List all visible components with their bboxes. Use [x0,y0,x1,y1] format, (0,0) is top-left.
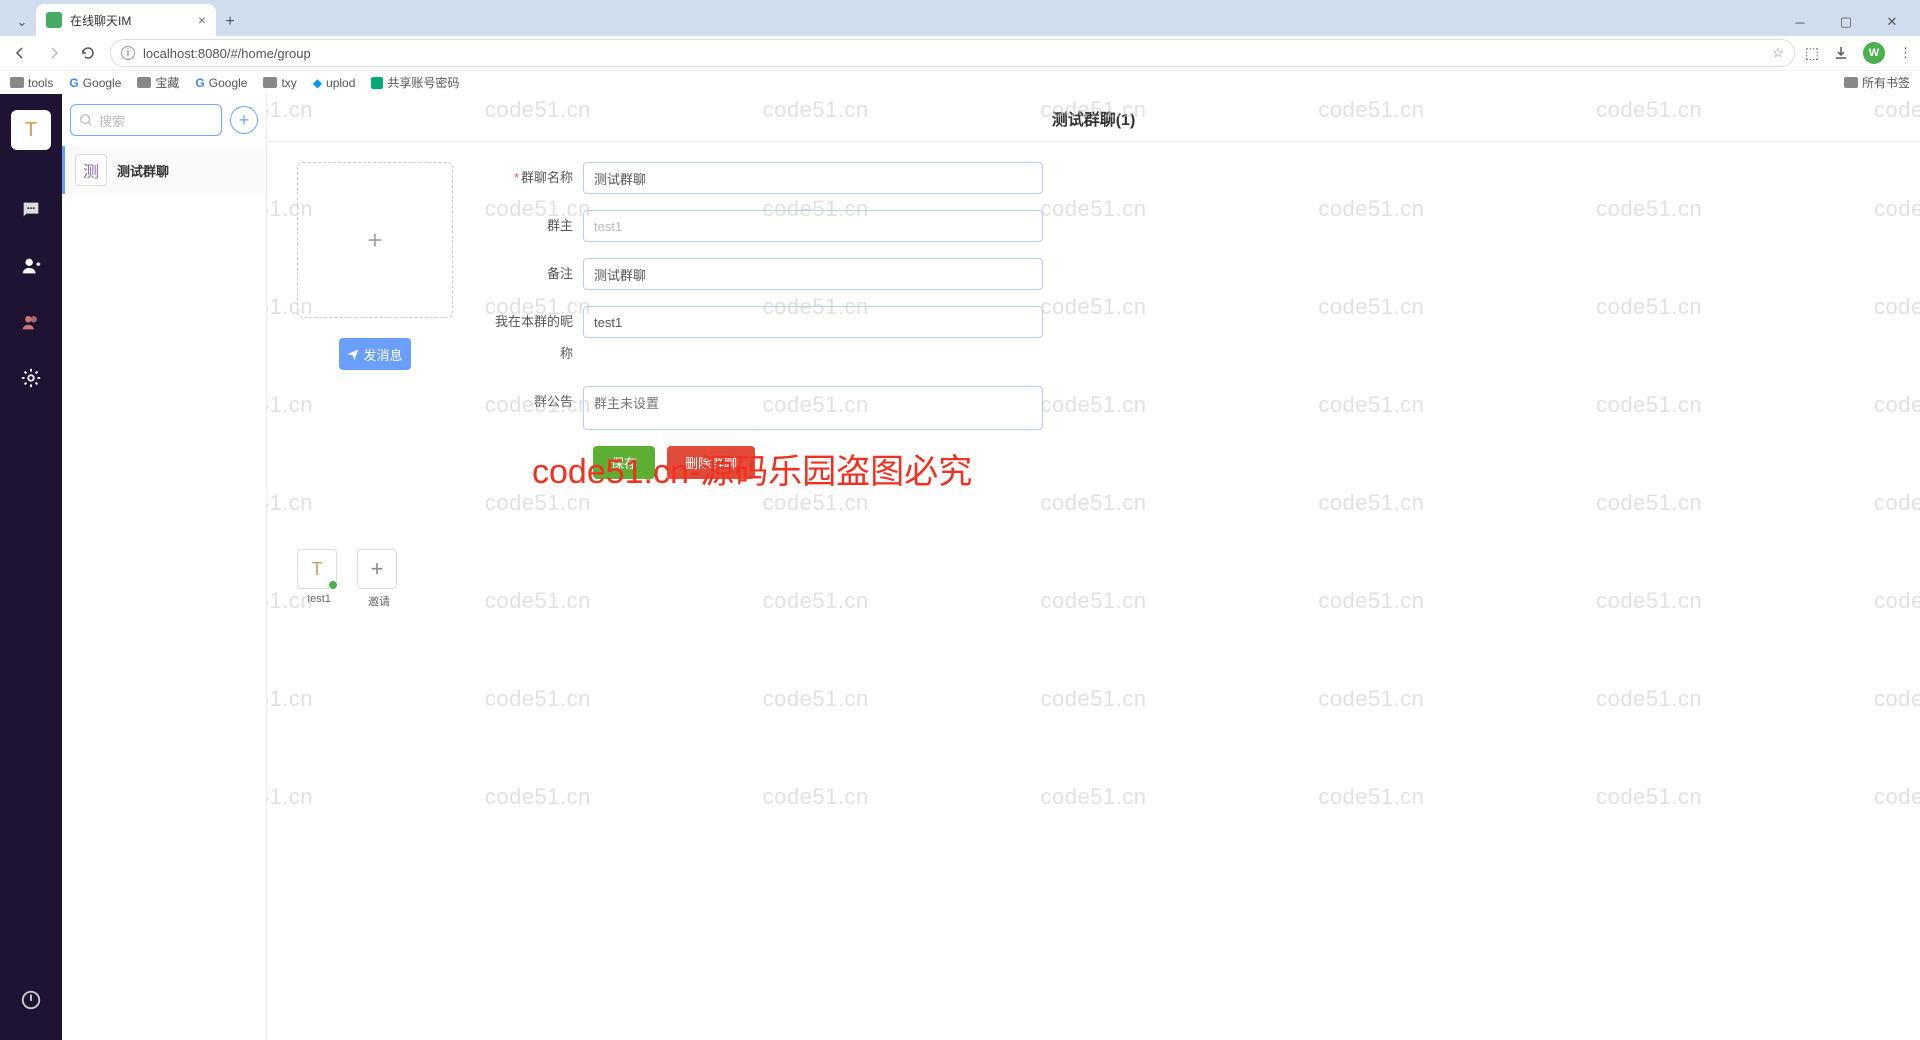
favicon [46,12,62,28]
browser-tab[interactable]: 在线聊天IM × [36,4,216,36]
download-icon[interactable] [1833,45,1849,61]
group-name-input[interactable] [583,162,1043,194]
member-item[interactable]: T test1 [297,549,341,609]
bookmark-tools[interactable]: tools [10,76,53,90]
bookmark-google-2[interactable]: GGoogle [195,76,247,90]
tab-title: 在线聊天IM [70,12,190,29]
search-icon [79,113,93,127]
close-icon[interactable]: × [198,12,206,28]
google-icon: G [195,76,204,90]
browser-chrome: ⌄ 在线聊天IM × + ─ ▢ ✕ i localhost:8080/#/ho… [0,0,1920,94]
folder-icon [10,77,24,88]
minimize-button[interactable]: ─ [1786,8,1814,36]
conversation-item[interactable]: 测 测试群聊 [62,146,266,194]
tab-list-caret[interactable]: ⌄ [8,8,36,36]
close-window-button[interactable]: ✕ [1878,8,1906,36]
conversation-name: 测试群聊 [117,161,169,180]
search-input[interactable]: 搜索 [70,104,222,136]
folder-icon [137,77,151,88]
upload-avatar-box[interactable]: + [297,162,453,318]
url-text: localhost:8080/#/home/group [143,46,1764,61]
tab-strip: ⌄ 在线聊天IM × + ─ ▢ ✕ [0,0,1920,36]
bookmark-bar: tools GGoogle 宝藏 GGoogle txy ◆uplod 共享账号… [0,70,1920,94]
contacts-icon[interactable] [11,246,51,286]
conversation-panel: 搜索 + 测 测试群聊 [62,94,267,1040]
google-icon: G [69,76,78,90]
bookmark-google-1[interactable]: GGoogle [69,76,121,90]
add-button[interactable]: + [230,106,258,134]
field-label-nickname: 我在本群的昵称 [483,306,583,370]
plus-icon: + [357,549,397,589]
online-dot [328,580,338,590]
member-avatar: T [297,549,337,589]
window-controls: ─ ▢ ✕ [1786,8,1920,36]
group-title: 测试群聊(1) [267,94,1920,142]
settings-icon[interactable] [11,358,51,398]
power-icon[interactable] [11,980,51,1020]
group-form: *群聊名称 群主 备注 我在本群的昵称 [483,162,1043,479]
group-remark-input[interactable] [583,258,1043,290]
member-name: test1 [297,593,341,605]
main-area: code51.cncode51.cncode51.cncode51.cncode… [267,94,1920,1040]
address-bar: i localhost:8080/#/home/group ☆ ⬚ W ⋮ [0,36,1920,70]
conversation-avatar: 测 [75,154,107,186]
extensions-icon[interactable]: ⬚ [1805,44,1819,62]
bookmark-shared[interactable]: 共享账号密码 [371,74,459,91]
menu-icon[interactable]: ⋮ [1899,45,1912,61]
folder-icon [1844,77,1858,88]
field-label-remark: 备注 [483,258,583,290]
field-label-notice: 群公告 [483,386,583,418]
upload-icon: ◆ [313,76,322,90]
all-bookmarks[interactable]: 所有书签 [1844,74,1910,91]
maximize-button[interactable]: ▢ [1832,8,1860,36]
address-input[interactable]: i localhost:8080/#/home/group ☆ [110,39,1795,67]
bookmark-uplod[interactable]: ◆uplod [313,76,356,90]
back-button[interactable] [8,41,32,65]
save-button[interactable]: 保存 [593,446,655,479]
forward-button[interactable] [42,41,66,65]
field-label-owner: 群主 [483,210,583,242]
group-owner-input [583,210,1043,242]
bookmark-treasure[interactable]: 宝藏 [137,74,179,91]
user-avatar[interactable]: T [11,110,51,150]
profile-avatar[interactable]: W [1863,42,1885,64]
chat-icon[interactable] [11,190,51,230]
reload-button[interactable] [76,41,100,65]
send-icon [347,348,359,360]
info-icon: i [121,46,135,60]
group-nickname-input[interactable] [583,306,1043,338]
delete-group-button[interactable]: 删除群聊 [667,446,755,479]
sheet-icon [371,77,383,89]
app-root: T 搜索 + 测 测试群聊 c [0,94,1920,1040]
bookmark-txy[interactable]: txy [263,76,296,90]
group-notice-textarea[interactable] [583,386,1043,430]
invite-member[interactable]: + 邀请 [357,549,401,609]
star-icon[interactable]: ☆ [1772,45,1784,61]
folder-icon [263,77,277,88]
group-icon[interactable] [11,302,51,342]
search-placeholder: 搜索 [99,111,125,130]
field-label-name: *群聊名称 [483,162,583,194]
members-row: T test1 + 邀请 [297,549,1890,609]
sidebar-nav: T [0,94,62,1040]
new-tab-button[interactable]: + [216,8,244,36]
invite-label: 邀请 [357,593,401,609]
send-message-button[interactable]: 发消息 [339,338,411,370]
